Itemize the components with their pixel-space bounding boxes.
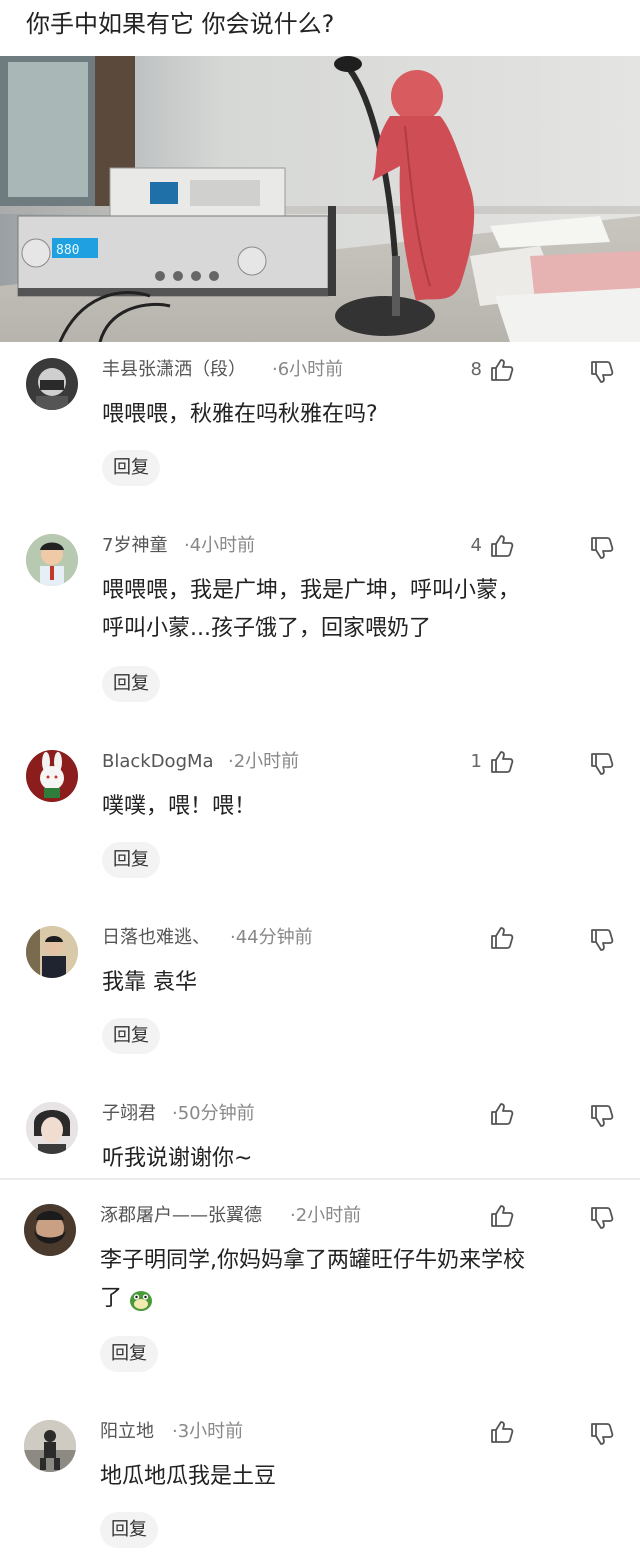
comment-text: 喂喂喂，我是广坤，我是广坤，呼叫小蒙， [102,578,521,603]
reply-button[interactable]: 回复 [102,450,160,486]
comment-time: ·2小时前 [290,1205,362,1226]
svg-text:880: 880 [56,243,79,258]
reply-button[interactable]: 回复 [102,666,160,702]
thumbs-down-icon[interactable] [589,1205,615,1231]
reply-button[interactable]: 回复 [102,842,160,878]
avatar[interactable] [26,1102,78,1154]
comment-username[interactable]: 阳立地 [100,1420,154,1444]
comment-text: 噗噗，喂！喂！ [102,794,257,819]
avatar[interactable] [26,358,78,410]
divider [0,1178,640,1180]
comment-time: ·44分钟前 [230,927,313,948]
thumbs-up-icon[interactable] [489,749,515,775]
thumbs-up-icon[interactable] [489,1101,515,1127]
avatar[interactable] [24,1420,76,1472]
comment-username[interactable]: 7岁神童 [102,534,167,558]
comment-time: ·2小时前 [228,751,300,772]
comment-username[interactable]: 子翊君 [102,1102,156,1126]
avatar[interactable] [26,534,78,586]
comment-time: ·6小时前 [272,359,344,380]
comment-username[interactable]: 日落也难逃、 [102,926,210,950]
thumbs-down-icon[interactable] [589,927,615,953]
reply-button[interactable]: 回复 [100,1512,158,1548]
comment-text: 呼叫小蒙...孩子饿了，回家喂奶了 [102,616,431,641]
comment-time: ·4小时前 [184,535,256,556]
avatar[interactable] [26,926,78,978]
green-face-emoji [128,1286,154,1312]
thumbs-down-icon[interactable] [589,1103,615,1129]
post-photo[interactable]: 880 [0,56,640,342]
like-count [462,926,482,950]
comment-username[interactable]: 丰县张潇洒（段） [102,358,246,382]
thumbs-up-icon[interactable] [489,925,515,951]
thumbs-up-icon[interactable] [489,1419,515,1445]
like-count: 1 [470,751,482,772]
thumbs-up-icon[interactable] [489,357,515,383]
comment-text: 听我说谢谢你~ [102,1146,253,1171]
comment-text: 李子明同学,你妈妈拿了两罐旺仔牛奶来学校 [100,1248,525,1273]
comment-username[interactable]: BlackDogMa [102,750,214,774]
comment-time: ·50分钟前 [172,1103,255,1124]
comment-time: ·3小时前 [172,1421,244,1442]
comment-text: 喂喂喂，秋雅在吗秋雅在吗? [102,402,378,427]
thumbs-up-icon[interactable] [489,533,515,559]
thumbs-down-icon[interactable] [589,751,615,777]
comment-username[interactable]: 涿郡屠户——张翼德 [100,1204,262,1228]
avatar[interactable] [24,1204,76,1256]
thumbs-down-icon[interactable] [589,535,615,561]
thumbs-up-icon[interactable] [489,1203,515,1229]
like-count: 4 [470,535,482,556]
comment-text: 了 [100,1286,123,1311]
like-count: 8 [470,359,482,380]
reply-button[interactable]: 回复 [102,1018,160,1054]
post-title: 你手中如果有它 你会说什么? [26,10,335,38]
avatar[interactable] [26,750,78,802]
comment-text: 我靠 袁华 [102,970,197,995]
reply-button[interactable]: 回复 [100,1336,158,1372]
thumbs-down-icon[interactable] [589,1421,615,1447]
comment-text: 地瓜地瓜我是土豆 [100,1464,277,1489]
thumbs-down-icon[interactable] [589,359,615,385]
